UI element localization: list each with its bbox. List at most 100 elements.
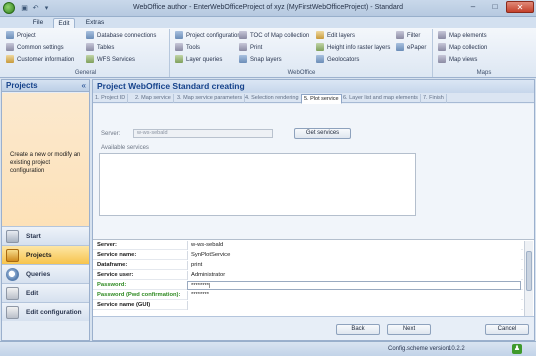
settings-icon bbox=[6, 43, 14, 51]
snap-icon bbox=[239, 55, 247, 63]
nav-start[interactable]: Start bbox=[2, 226, 89, 245]
layer-query-icon bbox=[175, 55, 183, 63]
get-services-button[interactable]: Get services bbox=[294, 128, 351, 139]
grid-value[interactable]: print bbox=[187, 261, 521, 270]
menu-file[interactable]: File bbox=[28, 18, 48, 28]
window-title: WebOffice author - EnterWebOfficeProject… bbox=[133, 4, 403, 11]
menu-edit[interactable]: Edit bbox=[53, 18, 75, 28]
project-icon bbox=[6, 31, 14, 39]
customer-icon bbox=[6, 55, 14, 63]
ribbon-map-views[interactable]: Map views bbox=[438, 55, 477, 66]
database-icon bbox=[86, 31, 94, 39]
ribbon-project[interactable]: Project bbox=[6, 31, 36, 42]
cancel-button[interactable]: Cancel bbox=[485, 324, 529, 335]
filter-icon bbox=[396, 31, 404, 39]
wfs-icon bbox=[86, 55, 94, 63]
grid-row[interactable]: Service name (GUI) bbox=[93, 301, 523, 310]
ribbon-map-elements[interactable]: Map elements bbox=[438, 31, 487, 42]
left-pane: Projects « Create a new or modify an exi… bbox=[1, 79, 90, 341]
config-scheme-version: 10.2.2 bbox=[448, 346, 465, 352]
ribbon-database-connections[interactable]: Database connections bbox=[86, 31, 156, 42]
toc-icon bbox=[239, 31, 247, 39]
tab-finish[interactable]: 7. Finish bbox=[421, 94, 447, 103]
ribbon-group-label: General bbox=[74, 70, 97, 76]
grid-scrollbar[interactable] bbox=[524, 241, 533, 316]
grid-row[interactable]: Dataframe: print bbox=[93, 261, 523, 270]
user-status-icon[interactable]: ♟ bbox=[512, 344, 522, 354]
edit-configuration-icon bbox=[6, 306, 19, 319]
ribbon-toc-map-collection[interactable]: TOC of Map collection bbox=[239, 31, 309, 42]
grid-value[interactable]: SynPlotService bbox=[187, 251, 521, 260]
available-services-list[interactable] bbox=[99, 153, 416, 216]
edit-icon bbox=[6, 287, 19, 300]
status-bar: Config.scheme version: 10.2.2 ♟ bbox=[0, 341, 536, 356]
menu-extras[interactable]: Extras bbox=[82, 18, 108, 28]
ribbon-group-weboffice: Project configuration Tools Layer querie… bbox=[171, 29, 433, 77]
nav-edit-configuration[interactable]: Edit configuration bbox=[2, 302, 89, 321]
ribbon-geolocators[interactable]: Geolocators bbox=[316, 55, 359, 66]
back-button[interactable]: Back bbox=[336, 324, 380, 335]
tools-icon bbox=[175, 43, 183, 51]
grid-key: Server: bbox=[97, 242, 117, 248]
grid-row[interactable]: Service name: SynPlotService bbox=[93, 251, 523, 260]
ribbon-filter[interactable]: Filter bbox=[396, 31, 420, 42]
nav-edit[interactable]: Edit bbox=[2, 283, 89, 302]
grid-key: Password: bbox=[97, 282, 127, 288]
ribbon-group-label: WebOffice bbox=[287, 70, 316, 76]
menu-bar: File Edit Extras bbox=[0, 17, 536, 28]
map-elements-icon bbox=[438, 31, 446, 39]
ribbon-tables[interactable]: Tables bbox=[86, 43, 114, 54]
left-pane-info: Create a new or modify an existing proje… bbox=[2, 93, 89, 228]
grid-row[interactable]: Server: w-ws-sebald bbox=[93, 241, 523, 250]
grid-key: Service user: bbox=[97, 272, 134, 278]
ribbon-tools[interactable]: Tools bbox=[175, 43, 200, 54]
grid-key: Service name (GUI) bbox=[97, 302, 151, 308]
nav-queries[interactable]: Queries bbox=[2, 264, 89, 283]
ribbon-map-collection[interactable]: Map collection bbox=[438, 43, 487, 54]
grid-value[interactable]: w-ws-sebald bbox=[187, 241, 521, 250]
close-button[interactable]: ✕ bbox=[506, 1, 534, 13]
ribbon-edit-layers[interactable]: Edit layers bbox=[316, 31, 355, 42]
edit-layers-icon bbox=[316, 31, 324, 39]
map-collection-icon bbox=[438, 43, 446, 51]
tab-map-service-parameters[interactable]: 3. Map service parameters bbox=[175, 94, 246, 103]
maximize-button[interactable]: □ bbox=[484, 1, 506, 13]
tab-selection-rendering[interactable]: 4. Selection rendering bbox=[243, 94, 302, 103]
ribbon: Project Common settings Customer informa… bbox=[0, 28, 536, 78]
password-confirm-field[interactable]: ******** bbox=[187, 291, 521, 300]
grid-row[interactable]: Password: ********| bbox=[93, 281, 523, 290]
grid-row[interactable]: Password (Pwd confirmation): ******** bbox=[93, 291, 523, 300]
tab-plot-service[interactable]: 5. Plot service bbox=[301, 94, 342, 104]
tab-map-service[interactable]: 2. Map service bbox=[133, 94, 174, 103]
ribbon-common-settings[interactable]: Common settings bbox=[6, 43, 64, 54]
password-field[interactable]: ********| bbox=[187, 281, 521, 290]
ribbon-height-info[interactable]: Height info raster layers bbox=[316, 43, 390, 54]
ribbon-snap-layers[interactable]: Snap layers bbox=[239, 55, 282, 66]
title-bar: ▣ ↶ ▾ WebOffice author - EnterWebOfficeP… bbox=[0, 0, 536, 17]
map-views-icon bbox=[438, 55, 446, 63]
projects-icon bbox=[6, 249, 19, 262]
nav-projects[interactable]: Projects bbox=[2, 245, 89, 264]
ribbon-layer-queries[interactable]: Layer queries bbox=[175, 55, 222, 66]
collapse-icon[interactable]: « bbox=[82, 81, 86, 90]
grid-key: Service name: bbox=[97, 252, 137, 258]
minimize-button[interactable]: – bbox=[462, 1, 484, 13]
ribbon-project-configuration[interactable]: Project configuration bbox=[175, 31, 241, 42]
server-input[interactable]: w-ws-sebald bbox=[133, 129, 273, 138]
grid-value[interactable]: Administrator bbox=[187, 271, 521, 280]
grid-value[interactable] bbox=[187, 301, 521, 310]
next-button[interactable]: Next bbox=[387, 324, 431, 335]
scrollbar-thumb[interactable] bbox=[526, 251, 532, 291]
ribbon-epaper[interactable]: ePaper bbox=[396, 43, 426, 54]
print-icon bbox=[239, 43, 247, 51]
grid-key: Dataframe: bbox=[97, 262, 128, 268]
ribbon-wfs-services[interactable]: WFS Services bbox=[86, 55, 135, 66]
tab-project-id[interactable]: 1. Project ID bbox=[93, 94, 129, 103]
epaper-icon bbox=[396, 43, 404, 51]
left-pane-description: Create a new or modify an existing proje… bbox=[10, 152, 81, 174]
ribbon-print[interactable]: Print bbox=[239, 43, 262, 54]
grid-row[interactable]: Service user: Administrator bbox=[93, 271, 523, 280]
tab-layer-list[interactable]: 6. Layer list and map elements bbox=[341, 94, 421, 103]
main-pane: Project WebOffice Standard creating 1. P… bbox=[92, 79, 535, 341]
ribbon-customer-information[interactable]: Customer information bbox=[6, 55, 74, 66]
